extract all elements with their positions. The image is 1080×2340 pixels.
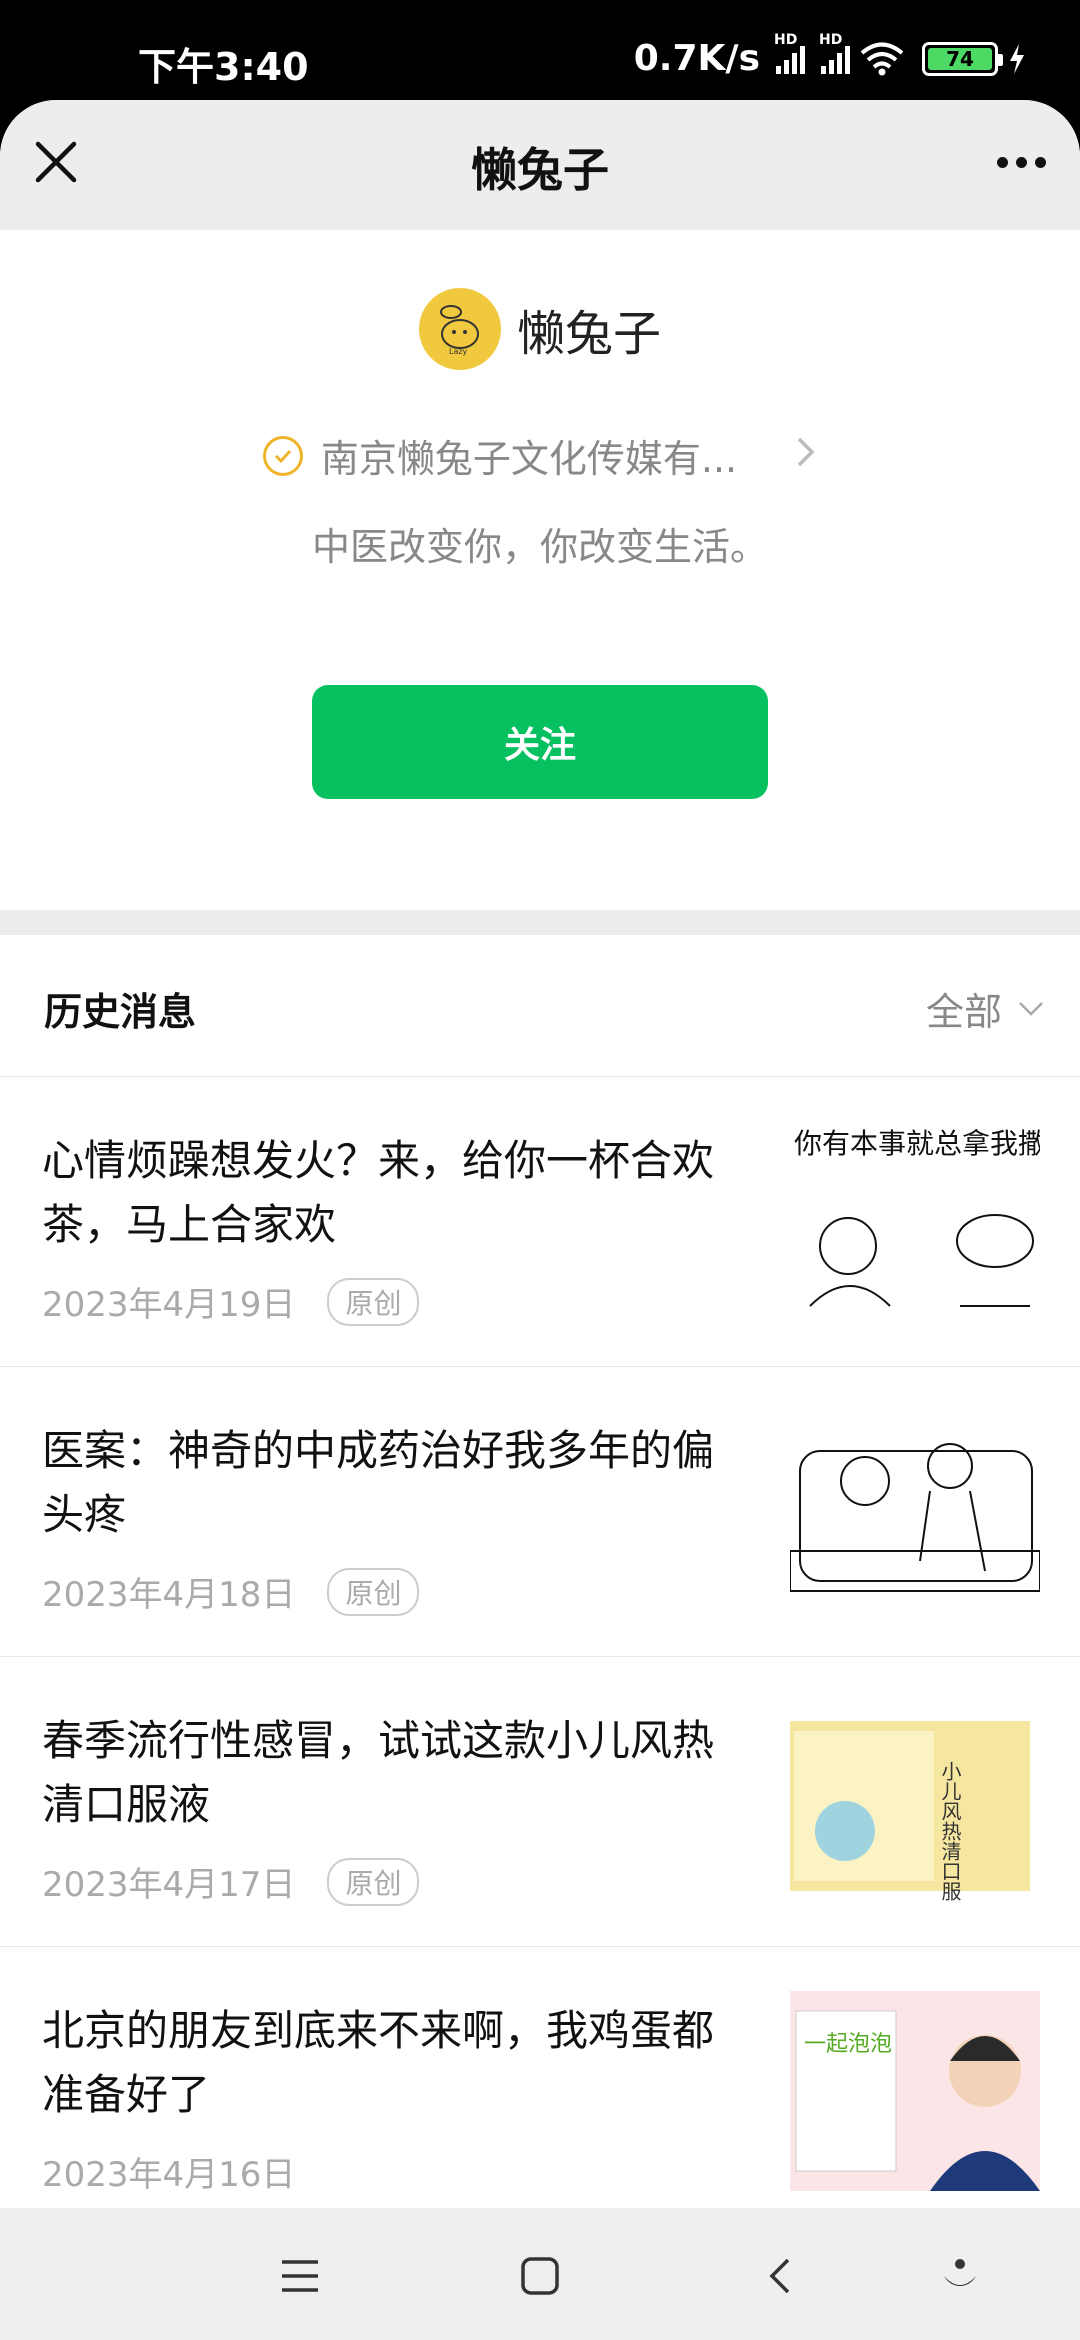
article-thumbnail: [790, 1411, 1040, 1611]
article-thumbnail: 你有本事就总拿我撒气: [790, 1121, 1040, 1321]
avatar[interactable]: Lazy: [418, 288, 501, 370]
top-bar: 懒兔子: [0, 100, 1080, 230]
article-date: 2023年4月17日: [42, 1865, 296, 1905]
thumb-text: 小儿风热清口服液: [938, 1761, 962, 1901]
avatar-text: Lazy: [449, 347, 468, 356]
account-sheet: 懒兔子 Lazy 懒兔子 南京懒兔子文化传媒有... 中医改变你，你改变生活。 …: [0, 100, 1080, 2208]
profile-card: Lazy 懒兔子 南京懒兔子文化传媒有... 中医改变你，你改变生活。: [0, 230, 1080, 910]
signal-hd-label-2: HD: [819, 31, 843, 48]
article-title: 心情烦躁想发火？来，给你一杯合欢茶，马上合家欢: [42, 1136, 715, 1249]
back-icon[interactable]: [758, 2254, 802, 2298]
menu-icon[interactable]: [278, 2254, 322, 2298]
name-row: Lazy 懒兔子: [0, 288, 1080, 370]
page-title: 懒兔子: [471, 143, 609, 197]
original-badge: 原创: [327, 1277, 420, 1326]
article-date: 2023年4月18日: [42, 1575, 296, 1615]
original-badge: 原创: [327, 1567, 420, 1616]
verification-row[interactable]: 南京懒兔子文化传媒有...: [0, 428, 1080, 483]
thumb-text: 一起泡泡: [804, 2032, 892, 2057]
article-date: 2023年4月19日: [42, 1285, 296, 1325]
home-icon[interactable]: [518, 2254, 562, 2298]
account-description: 中医改变你，你改变生活。: [311, 525, 768, 569]
charging-icon: [1010, 43, 1024, 74]
follow-button[interactable]: 关注: [312, 685, 768, 799]
rabbit-avatar-icon: Lazy: [439, 305, 479, 356]
assistant-icon[interactable]: [938, 2254, 982, 2298]
company-name: 南京懒兔子文化传媒有...: [320, 437, 738, 481]
signal-icon-1: HD: [774, 32, 805, 74]
article-date: 2023年4月16日: [42, 2155, 296, 2195]
list-item[interactable]: 春季流行性感冒，试试这款小儿风热清口服液 2023年4月17日 原创 小儿风热清…: [0, 1657, 1080, 1947]
wifi-icon: [860, 42, 904, 75]
article-title: 医案：神奇的中成药治好我多年的偏头疼: [42, 1426, 715, 1539]
account-name: 懒兔子: [516, 306, 661, 362]
network-speed: 0.7K/s: [633, 38, 760, 79]
status-time: 下午3:40: [138, 45, 309, 89]
history-list: 心情烦躁想发火？来，给你一杯合欢茶，马上合家欢 2023年4月19日 原创 你有…: [0, 1077, 1080, 2208]
battery-icon: 74: [922, 41, 1003, 76]
system-nav-bar: [0, 2208, 1080, 2340]
status-right: 0.7K/s HD HD 74: [633, 32, 1026, 79]
verified-icon: [262, 435, 303, 476]
list-item[interactable]: 医案：神奇的中成药治好我多年的偏头疼 2023年4月18日 原创: [0, 1367, 1080, 1657]
original-badge: 原创: [327, 1857, 420, 1906]
more-options-icon[interactable]: [986, 140, 1056, 184]
article-title: 北京的朋友到底来不来啊，我鸡蛋都准备好了: [42, 2006, 715, 2119]
signal-hd-label-1: HD: [774, 31, 798, 48]
thumb-text: 你有本事就总拿我撒气: [794, 1127, 1040, 1160]
battery-level: 74: [928, 47, 992, 70]
list-item[interactable]: 心情烦躁想发火？来，给你一杯合欢茶，马上合家欢 2023年4月19日 原创 你有…: [0, 1077, 1080, 1367]
status-bar: 下午3:40 0.7K/s HD HD 74: [0, 0, 1080, 100]
chevron-right-icon: [795, 433, 817, 479]
history-header: 历史消息 全部: [0, 935, 1080, 1077]
history-label: 历史消息: [44, 990, 197, 1034]
list-item[interactable]: 北京的朋友到底来不来啊，我鸡蛋都准备好了 2023年4月16日 一起泡泡: [0, 1947, 1080, 2208]
article-title: 春季流行性感冒，试试这款小儿风热清口服液: [42, 1716, 715, 1829]
article-thumbnail: 一起泡泡: [790, 1991, 1040, 2191]
article-thumbnail: 小儿风热清口服液: [790, 1701, 1040, 1901]
signal-icon-2: HD: [819, 32, 850, 74]
chevron-down-icon: [1019, 1001, 1043, 1016]
history-filter[interactable]: 全部: [926, 981, 1044, 1036]
filter-label: 全部: [925, 990, 1002, 1034]
